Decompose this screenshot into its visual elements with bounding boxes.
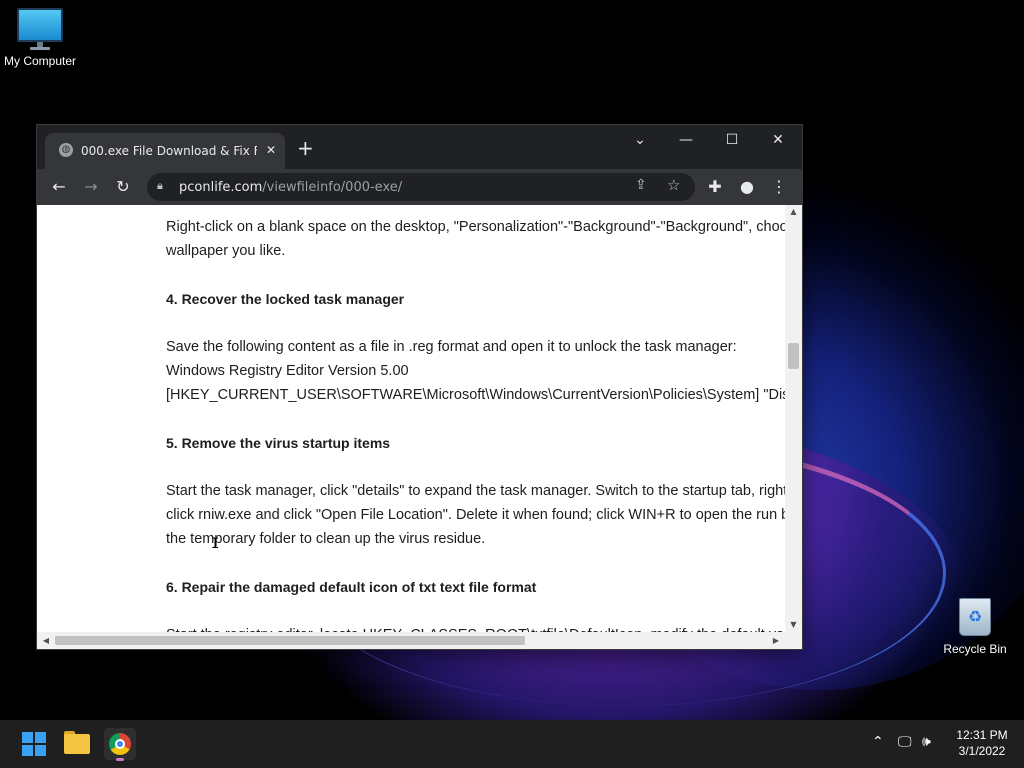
page-viewport: Right-click on a blank space on the desk… xyxy=(37,205,785,632)
vertical-scroll-thumb[interactable] xyxy=(788,343,799,369)
scroll-right-arrow-icon[interactable]: ▶ xyxy=(769,632,783,649)
browser-toolbar: ← → ↻ 🔒︎ pconlife.com/viewfileinfo/000-e… xyxy=(37,169,802,205)
title-bar: ◍ 000.exe File Download & Fix For Window… xyxy=(37,125,802,169)
address-bar[interactable]: 🔒︎ pconlife.com/viewfileinfo/000-exe/ ⇪ … xyxy=(147,173,695,201)
tab-close-button[interactable]: ✕ xyxy=(263,142,279,158)
scroll-up-arrow-icon[interactable]: ▲ xyxy=(785,205,802,219)
maximize-button[interactable]: ☐ xyxy=(709,125,755,155)
scroll-left-arrow-icon[interactable]: ◀ xyxy=(39,632,53,649)
paragraph-line: Save the following content as a file in … xyxy=(166,339,737,355)
url-domain: pconlife.com xyxy=(179,180,263,195)
browser-window: ◍ 000.exe File Download & Fix For Window… xyxy=(36,124,803,650)
paragraph-line: Right-click on a blank space on the desk… xyxy=(166,219,785,235)
paragraph-line: wallpaper you like. xyxy=(166,243,286,259)
menu-kebab-icon[interactable]: ⋮ xyxy=(767,175,791,199)
network-icon[interactable]: 🖵︎ xyxy=(898,734,912,750)
text-cursor-icon: I xyxy=(211,536,220,552)
clock-date: 3/1/2022 xyxy=(958,744,1006,758)
back-arrow-icon[interactable]: ← xyxy=(47,175,71,199)
desktop-icon-label: My Computer xyxy=(3,54,77,68)
system-clock[interactable]: 12:31 PM 3/1/2022 xyxy=(952,727,1012,759)
windows-logo-icon xyxy=(22,732,46,756)
profile-icon[interactable]: ● xyxy=(735,175,759,199)
chrome-taskbar-button[interactable] xyxy=(104,728,136,761)
new-tab-button[interactable]: + xyxy=(297,138,314,158)
share-icon[interactable]: ⇪ xyxy=(635,177,647,193)
close-window-button[interactable]: ✕ xyxy=(755,125,801,155)
reload-icon[interactable]: ↻ xyxy=(111,175,135,199)
section-heading: 4. Recover the locked task manager xyxy=(166,291,405,307)
clock-time: 12:31 PM xyxy=(956,728,1008,742)
active-indicator xyxy=(116,758,124,761)
desktop-icon-recycle-bin[interactable]: ♻ Recycle Bin xyxy=(935,598,1015,656)
section-heading: 6. Repair the damaged default icon of tx… xyxy=(166,579,537,595)
show-hidden-icons-chevron-icon[interactable]: ⌃ xyxy=(872,734,884,750)
globe-icon: ◍ xyxy=(59,143,73,157)
paragraph-line: the temporary folder to clean up the vir… xyxy=(166,531,486,547)
paragraph-line: Start the task manager, click "details" … xyxy=(166,483,785,499)
url-text: pconlife.com/viewfileinfo/000-exe/ xyxy=(179,180,402,195)
horizontal-scroll-thumb[interactable] xyxy=(55,636,525,645)
desktop-icon-my-computer[interactable]: My Computer xyxy=(0,8,80,68)
start-button[interactable] xyxy=(18,728,50,760)
scroll-down-arrow-icon[interactable]: ▼ xyxy=(785,618,802,632)
paragraph-line: [HKEY_CURRENT_USER\SOFTWARE\Microsoft\Wi… xyxy=(166,387,785,403)
paragraph-line: click rniw.exe and click "Open File Loca… xyxy=(166,507,785,523)
url-path: /viewfileinfo/000-exe/ xyxy=(262,180,403,195)
browser-tab[interactable]: ◍ 000.exe File Download & Fix For Window… xyxy=(45,133,285,169)
paragraph-line: Start the registry editor, locate HKEY_C… xyxy=(166,623,785,632)
minimize-button[interactable]: — xyxy=(663,125,709,155)
taskbar: ⌃ 🖵︎ 🕪︎ 12:31 PM 3/1/2022 xyxy=(0,720,1024,768)
tab-search-button[interactable]: ⌄ xyxy=(617,125,663,155)
folder-icon xyxy=(64,734,90,754)
lock-icon: 🔒︎ xyxy=(157,179,163,192)
article-content: Right-click on a blank space on the desk… xyxy=(166,215,785,632)
volume-icon[interactable]: 🕪︎ xyxy=(922,734,931,750)
desktop-icon-label: Recycle Bin xyxy=(943,642,1007,656)
section-heading: 5. Remove the virus startup items xyxy=(166,435,391,451)
bookmark-star-icon[interactable]: ☆ xyxy=(667,176,680,194)
monitor-icon xyxy=(17,8,63,42)
vertical-scrollbar[interactable]: ▲ ▼ xyxy=(785,205,802,632)
chrome-icon xyxy=(109,733,131,755)
horizontal-scrollbar[interactable]: ◀ ▶ xyxy=(37,632,785,649)
recycle-bin-icon: ♻ xyxy=(959,598,991,636)
tab-title: 000.exe File Download & Fix For Windows xyxy=(81,144,257,158)
file-explorer-button[interactable] xyxy=(61,728,93,760)
extensions-puzzle-icon[interactable]: ✚ xyxy=(703,175,727,199)
forward-arrow-icon[interactable]: → xyxy=(79,175,103,199)
paragraph-line: Windows Registry Editor Version 5.00 xyxy=(166,363,409,379)
